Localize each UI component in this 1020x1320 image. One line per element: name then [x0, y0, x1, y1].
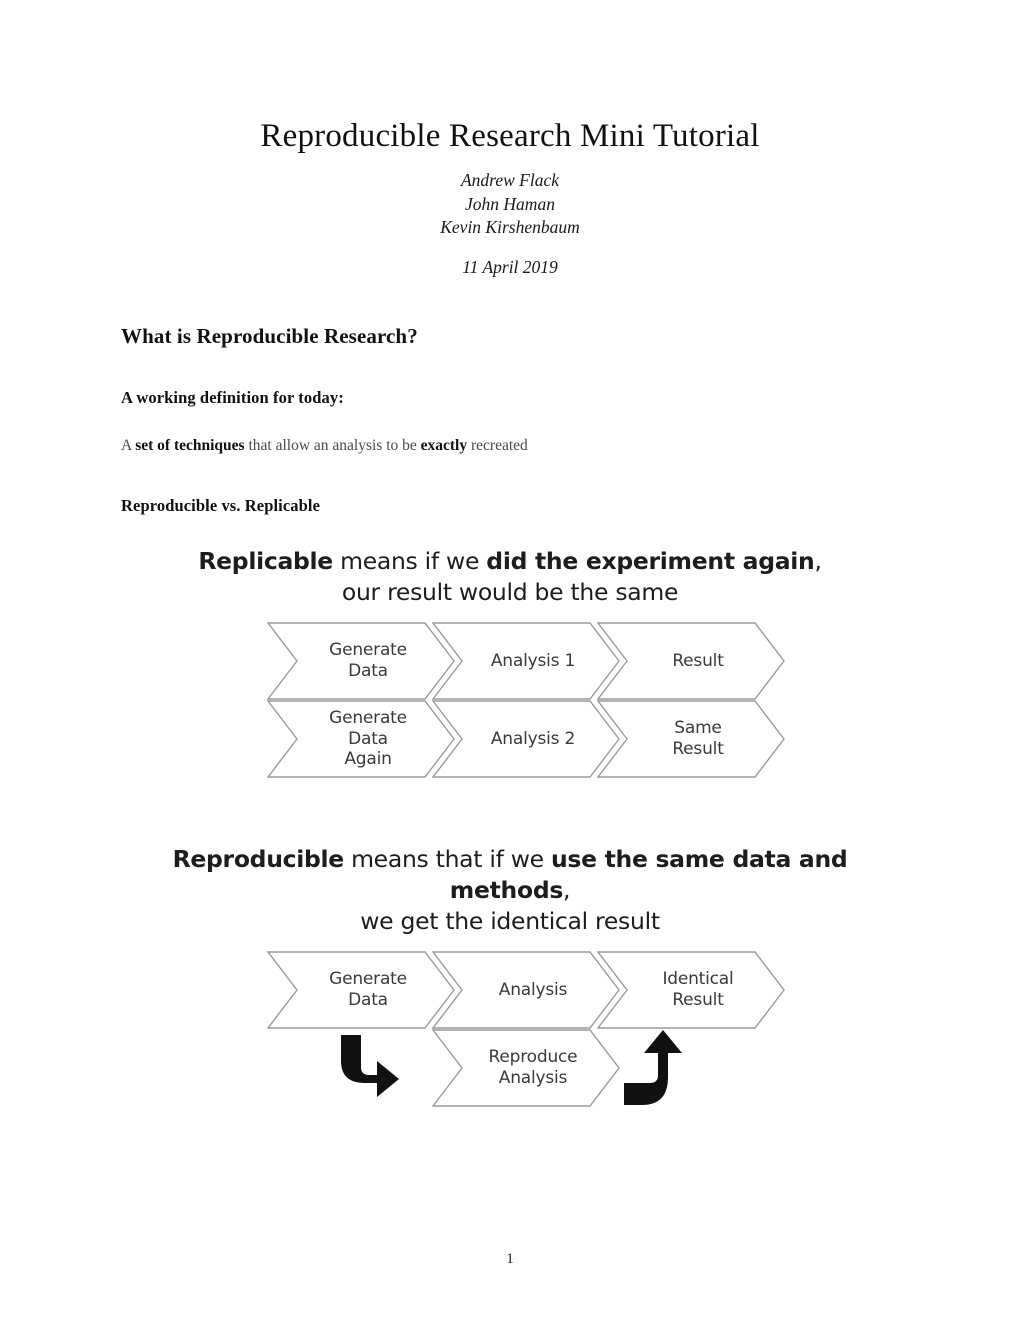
- down-right-elbow-arrow-icon: [331, 1031, 401, 1103]
- chevron-label: Analysis: [498, 979, 568, 1000]
- chevron-label: Analysis 1: [490, 650, 576, 671]
- replicable-figure: Replicable means if we did the experimen…: [121, 546, 899, 778]
- definition-bold-exactly: exactly: [420, 436, 468, 454]
- author-name: Andrew Flack: [460, 169, 559, 190]
- definition-mid: that allow an analysis to be: [244, 436, 421, 454]
- chevron-step: Generate Data: [267, 622, 455, 700]
- title-block: Reproducible Research Mini Tutorial Andr…: [0, 0, 1020, 278]
- author-list: Andrew Flack John Haman Kevin Kirshenbau…: [0, 169, 1020, 240]
- page-number: 1: [506, 1251, 514, 1267]
- chevron-label: Generate Data: [329, 969, 407, 1010]
- replicable-chevron-rows: Generate Data Analysis 1 Result Generate…: [121, 622, 899, 778]
- chevron-label: Generate Data: [329, 640, 407, 681]
- definition-bold-techniques: set of techniques: [135, 436, 245, 454]
- chevron-row-1: Generate Data Analysis Identical Result: [121, 951, 899, 1029]
- caption-bold-experiment: did the experiment again: [486, 546, 815, 575]
- caption-comma: ,: [563, 875, 571, 904]
- chevron-step: Generate Data: [267, 951, 455, 1029]
- definition-paragraph: A set of techniques that allow an analys…: [121, 436, 899, 457]
- chevron-step: Analysis 1: [432, 622, 620, 700]
- chevron-row-reproduce: Reproduce Analysis: [121, 1029, 899, 1107]
- up-elbow-arrow-icon: [616, 1027, 688, 1107]
- chevron-step: Analysis: [432, 951, 620, 1029]
- chevron-step: Generate Data Again: [267, 700, 455, 778]
- reproducible-figure-caption: Reproducible means that if we use the sa…: [121, 844, 899, 937]
- definition-pre: A: [121, 436, 136, 454]
- replicable-figure-caption: Replicable means if we did the experimen…: [121, 546, 899, 608]
- author-name: John Haman: [465, 193, 555, 214]
- subheading-working-definition: A working definition for today:: [121, 387, 344, 407]
- document-date: 11 April 2019: [462, 256, 558, 277]
- caption-bold-reproducible: Reproducible: [172, 844, 345, 873]
- caption-line-2: we get the identical result: [360, 906, 660, 935]
- chevron-step: Analysis 2: [432, 700, 620, 778]
- chevron-label: Identical Result: [662, 969, 734, 1010]
- reproducible-figure: Reproducible means that if we use the sa…: [121, 844, 899, 1107]
- document-body: What is Reproducible Research? A working…: [0, 324, 1020, 1107]
- chevron-label: Result: [672, 650, 724, 671]
- page-title: Reproducible Research Mini Tutorial: [260, 118, 760, 154]
- author-name: Kevin Kirshenbaum: [440, 217, 580, 238]
- chevron-label: Analysis 2: [490, 728, 576, 749]
- chevron-step: Result: [597, 622, 785, 700]
- definition-post: recreated: [467, 436, 528, 454]
- chevron-row-2: Generate Data Again Analysis 2 Same Resu…: [121, 700, 899, 778]
- chevron-step-reproduce: Reproduce Analysis: [432, 1029, 620, 1107]
- caption-line-2: our result would be the same: [341, 577, 679, 606]
- chevron-label: Same Result: [672, 718, 724, 759]
- chevron-label: Generate Data Again: [329, 707, 407, 770]
- chevron-label: Reproduce Analysis: [488, 1047, 578, 1088]
- caption-text-1: means that if we: [343, 844, 551, 873]
- caption-bold-replicable: Replicable: [198, 546, 333, 575]
- document-page: Reproducible Research Mini Tutorial Andr…: [0, 0, 1020, 1320]
- chevron-step: Same Result: [597, 700, 785, 778]
- chevron-step: Identical Result: [597, 951, 785, 1029]
- caption-comma: ,: [814, 546, 822, 575]
- reproducible-chevron-rows: Generate Data Analysis Identical Result: [121, 951, 899, 1107]
- section-heading-what-is-reproducible-research: What is Reproducible Research?: [121, 323, 418, 348]
- chevron-row-1: Generate Data Analysis 1 Result: [121, 622, 899, 700]
- subheading-reproducible-vs-replicable: Reproducible vs. Replicable: [121, 495, 321, 515]
- caption-text-1: means if we: [332, 546, 487, 575]
